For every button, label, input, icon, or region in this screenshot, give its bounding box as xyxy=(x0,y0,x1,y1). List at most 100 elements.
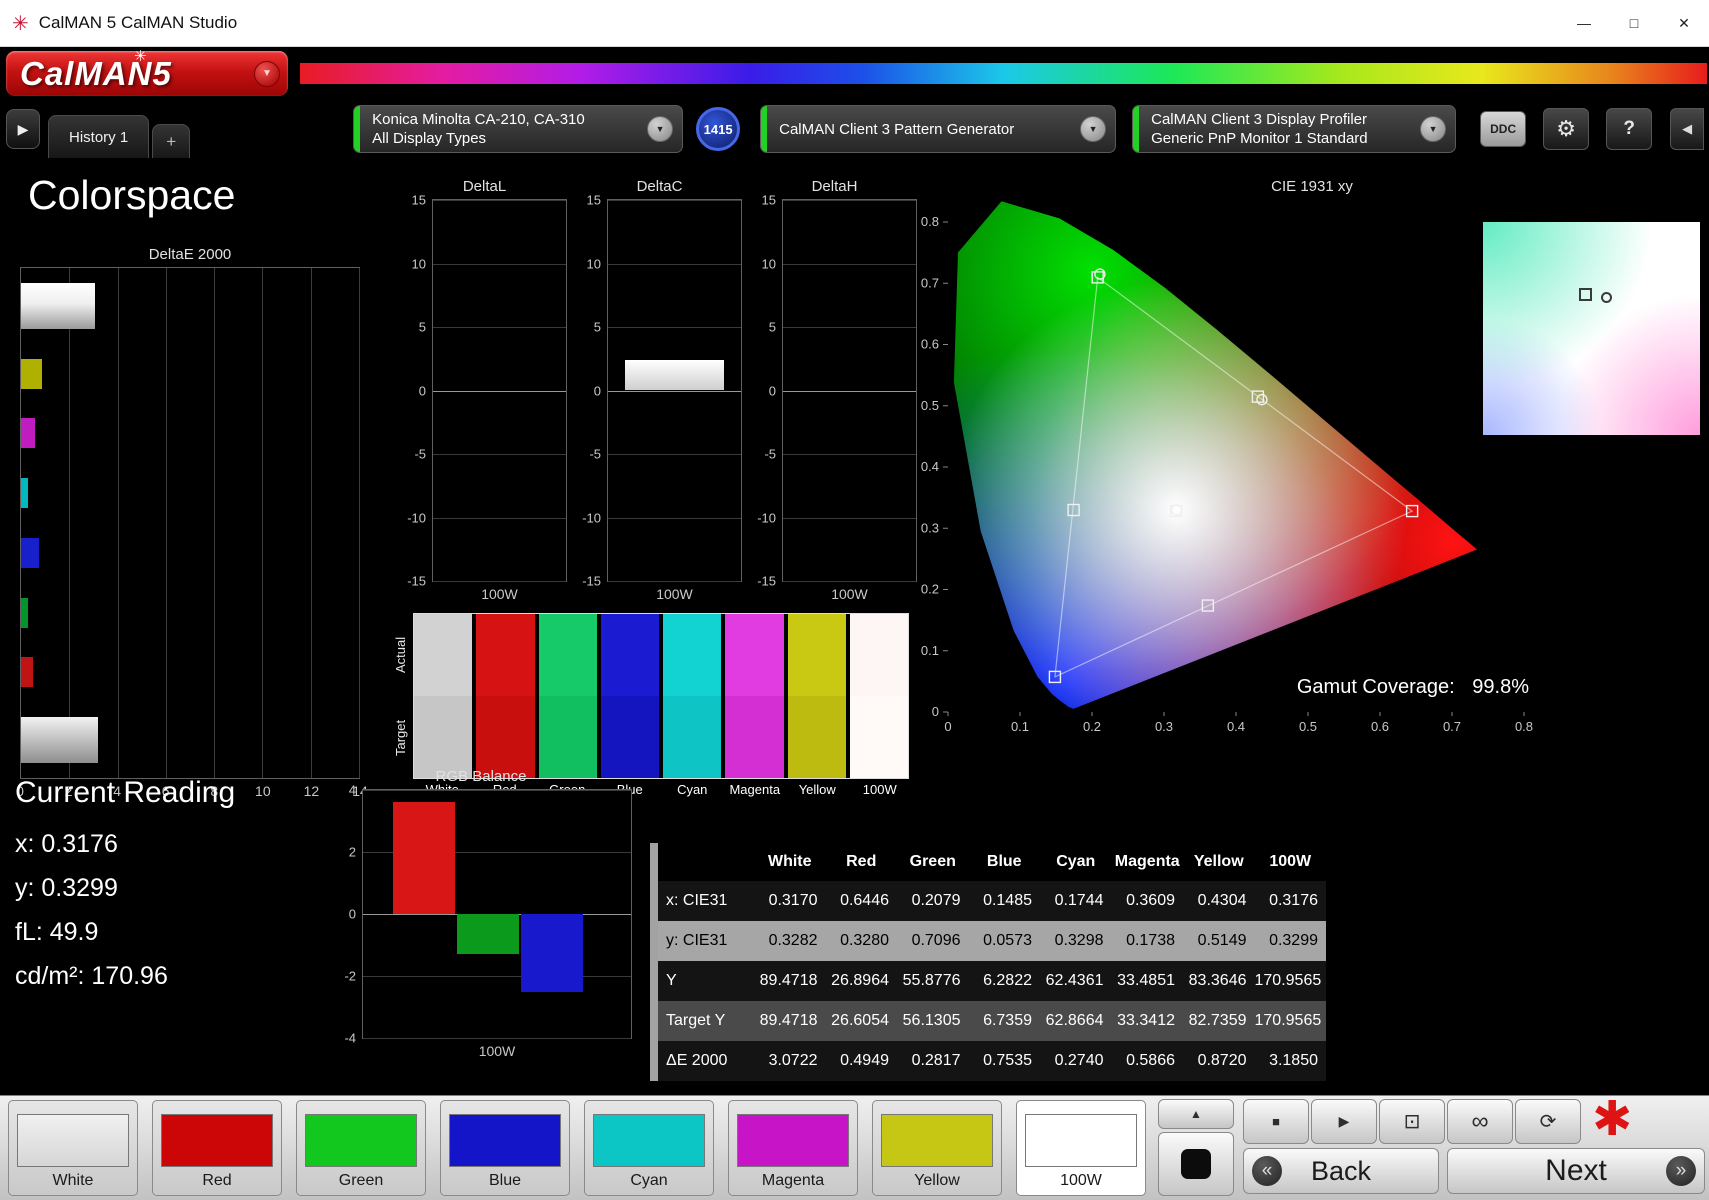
ddc-button[interactable]: DDC xyxy=(1480,111,1527,147)
gridline xyxy=(608,327,741,328)
gridline xyxy=(608,263,741,265)
y-tick-label: -15 xyxy=(582,573,601,589)
actual-swatch xyxy=(725,614,784,696)
add-tab-button[interactable]: + xyxy=(152,124,191,158)
table-cell: 0.3609 xyxy=(1111,881,1183,921)
swatch-column-green xyxy=(538,614,597,778)
display-profile-dropdown[interactable]: CalMAN Client 3 Display Profiler Generic… xyxy=(1132,105,1457,153)
rgbbalance-bar-blue xyxy=(521,914,583,992)
reading-fl: fL: 49.9 xyxy=(15,918,99,946)
color-chip xyxy=(1025,1113,1137,1167)
frame-icon: ⊡ xyxy=(1403,1111,1421,1133)
pattern-source-name: CalMAN Client 3 Pattern Generator xyxy=(779,120,1015,138)
tab-history-1[interactable]: History 1 xyxy=(48,115,150,158)
gridline xyxy=(783,390,916,392)
deltae2000-chart: DeltaE 2000 0 2 4 6 8 10 12 14 xyxy=(16,246,368,803)
swatch-column-blue xyxy=(600,614,659,778)
y-tick-label: -15 xyxy=(757,573,776,589)
pattern-button-cyan[interactable]: Cyan xyxy=(584,1100,714,1196)
y-tick-label: 0 xyxy=(768,383,776,398)
dropdown-caret-icon[interactable]: ▼ xyxy=(647,116,674,142)
target-swatch xyxy=(787,696,846,778)
pattern-button-yellow[interactable]: Yellow xyxy=(872,1100,1002,1196)
target-swatch xyxy=(849,696,908,778)
pattern-button-green[interactable]: Green xyxy=(296,1100,426,1196)
stop-button[interactable]: ■ xyxy=(1243,1099,1309,1144)
pattern-window-button[interactable] xyxy=(1158,1132,1234,1196)
deltah-xlabel: 100W xyxy=(831,586,868,602)
continuous-read-button[interactable]: ∞ xyxy=(1447,1099,1513,1144)
rgb-balance-chart: RGB Balance 4 2 0 -2 -4 100W xyxy=(330,768,632,1059)
svg-text:0.2: 0.2 xyxy=(921,582,939,597)
gridline xyxy=(783,454,916,455)
minimize-button[interactable]: — xyxy=(1559,0,1609,46)
maximize-button[interactable]: □ xyxy=(1609,0,1659,46)
actual-swatch xyxy=(538,614,597,696)
pattern-button-magenta[interactable]: Magenta xyxy=(728,1100,858,1196)
svg-text:0.2: 0.2 xyxy=(1083,719,1101,734)
pattern-button-label: Yellow xyxy=(914,1171,960,1189)
refresh-button[interactable]: ⟳ xyxy=(1515,1099,1581,1144)
y-tick-label: 10 xyxy=(411,256,426,271)
svg-text:0.6: 0.6 xyxy=(1371,719,1389,734)
table-cell: 0.3176 xyxy=(1254,881,1326,921)
logo-dropdown-icon[interactable]: ▼ xyxy=(254,60,280,87)
deltal-plot: 15 10 5 0 -5 -10 -15 xyxy=(407,193,567,589)
target-row-label: Target xyxy=(393,719,408,756)
pattern-button-100w[interactable]: 100W xyxy=(1016,1100,1146,1196)
table-cell: 62.8664 xyxy=(1040,1001,1112,1041)
cie1931-chart: CIE 1931 xy 0 0.1 0.2 0.3 0.4 0.5 0.6 0.7 0.8 0 0.… xyxy=(915,170,1709,850)
swatch-column-cyan xyxy=(663,614,722,778)
y-tick-label: 0 xyxy=(593,383,601,398)
actual-row-label: Actual xyxy=(393,636,408,673)
gridline xyxy=(608,517,741,519)
pattern-button-blue[interactable]: Blue xyxy=(440,1100,570,1196)
pattern-button-label: Red xyxy=(202,1171,232,1189)
pattern-button-white[interactable]: White xyxy=(8,1100,138,1196)
next-button[interactable]: Next » xyxy=(1447,1148,1705,1194)
actual-swatch xyxy=(663,614,722,696)
gridline xyxy=(608,200,741,201)
page-title: Colorspace xyxy=(28,172,236,218)
dropdown-caret-icon[interactable]: ▼ xyxy=(1080,116,1107,142)
current-reading-title: Current Reading xyxy=(15,776,236,809)
session-play-button[interactable]: ▶ xyxy=(6,109,40,149)
y-tick-label: -5 xyxy=(589,446,601,462)
close-button[interactable]: ✕ xyxy=(1659,0,1709,46)
autocal-star-icon: ✱ xyxy=(1592,1093,1633,1146)
svg-text:0.5: 0.5 xyxy=(921,398,939,413)
swatch-name: 100W xyxy=(862,782,897,797)
table-cell: 89.4718 xyxy=(754,961,826,1001)
collapse-panel-icon[interactable]: ◀ xyxy=(1670,108,1705,150)
refresh-icon: ⟳ xyxy=(1539,1111,1557,1133)
table-header: Yellow xyxy=(1183,843,1255,881)
table-cell: 0.1485 xyxy=(968,881,1040,921)
pattern-source-dropdown[interactable]: CalMAN Client 3 Pattern Generator ▼ xyxy=(760,105,1117,153)
meter-dropdown[interactable]: Konica Minolta CA-210, CA-310 All Displa… xyxy=(353,105,684,153)
gridline xyxy=(608,390,741,392)
meter-count-badge: 1415 xyxy=(696,107,741,151)
play-button[interactable]: ▶ xyxy=(1311,1099,1377,1144)
frame-button[interactable]: ⊡ xyxy=(1379,1099,1445,1144)
back-button[interactable]: « Back xyxy=(1243,1148,1439,1194)
table-cell: 0.5149 xyxy=(1183,921,1255,961)
table-header: Blue xyxy=(968,843,1040,881)
settings-gear-icon[interactable]: ⚙ xyxy=(1543,108,1590,150)
y-tick-label: 5 xyxy=(418,319,426,335)
pattern-button-red[interactable]: Red xyxy=(152,1100,282,1196)
svg-text:0.3: 0.3 xyxy=(921,520,939,535)
help-button[interactable]: ? xyxy=(1606,108,1653,150)
nav-up-button[interactable]: ▲ xyxy=(1158,1099,1234,1129)
reading-cdm2: cd/m²: 170.96 xyxy=(15,962,168,990)
svg-text:0.6: 0.6 xyxy=(921,337,939,352)
target-swatch xyxy=(538,696,597,778)
toolbar: ▶ History 1 + Konica Minolta CA-210, CA-… xyxy=(0,100,1709,158)
rainbow-strip xyxy=(300,63,1707,84)
pattern-swatch-row: White Red Green Blue Cyan Magenta Yellow 100W xyxy=(8,1100,1146,1196)
table-row: Target Y 89.4718 26.6054 56.1305 6.7359 62.86… xyxy=(658,1001,1326,1041)
gridline xyxy=(433,390,566,392)
svg-text:0.7: 0.7 xyxy=(1443,719,1461,734)
dropdown-caret-icon[interactable]: ▼ xyxy=(1420,116,1447,142)
table-cell: 0.5866 xyxy=(1111,1041,1183,1081)
svg-text:0.4: 0.4 xyxy=(1227,719,1245,734)
